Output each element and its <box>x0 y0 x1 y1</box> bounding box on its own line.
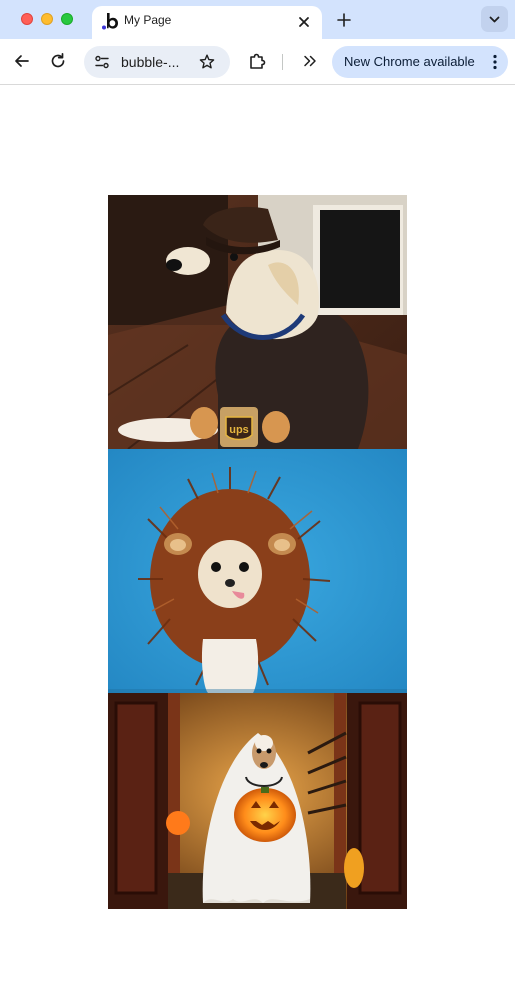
arrow-left-icon[interactable] <box>11 50 33 72</box>
tab-active[interactable]: My Page <box>92 6 322 39</box>
chevrons-right-icon[interactable] <box>299 50 321 72</box>
ghost-dog-image <box>108 693 407 909</box>
maximize-window-button[interactable] <box>61 13 73 25</box>
star-icon[interactable] <box>198 53 216 71</box>
browser-window: My Page bubble-... New Chrome available … <box>0 0 515 1003</box>
ups-dog-image: ups <box>108 195 407 449</box>
minimize-window-button[interactable] <box>41 13 53 25</box>
chevron-down-icon <box>489 16 500 23</box>
lion-mane-dog-image <box>108 449 407 693</box>
toolbar-divider <box>282 54 283 70</box>
puzzle-icon[interactable] <box>246 50 268 72</box>
new-tab-plus-icon[interactable] <box>333 9 355 31</box>
update-label: New Chrome available <box>344 54 475 69</box>
bubble-b-icon <box>102 13 118 30</box>
url-text[interactable]: bubble-... <box>121 54 179 70</box>
omnibox[interactable]: bubble-... <box>84 46 230 78</box>
close-icon[interactable] <box>294 12 314 32</box>
new-chrome-available-button[interactable]: New Chrome available <box>332 46 508 78</box>
tab-title: My Page <box>124 13 172 27</box>
reload-icon[interactable] <box>47 50 69 72</box>
page-content: ups <box>0 85 515 1003</box>
tune-icon[interactable] <box>94 54 110 70</box>
kebab-menu-icon[interactable] <box>492 54 498 70</box>
tab-strip: My Page <box>0 0 515 39</box>
toolbar: bubble-... New Chrome available <box>0 39 515 85</box>
close-window-button[interactable] <box>21 13 33 25</box>
tab-search-button[interactable] <box>481 6 508 32</box>
ups-logo: ups <box>229 424 249 436</box>
